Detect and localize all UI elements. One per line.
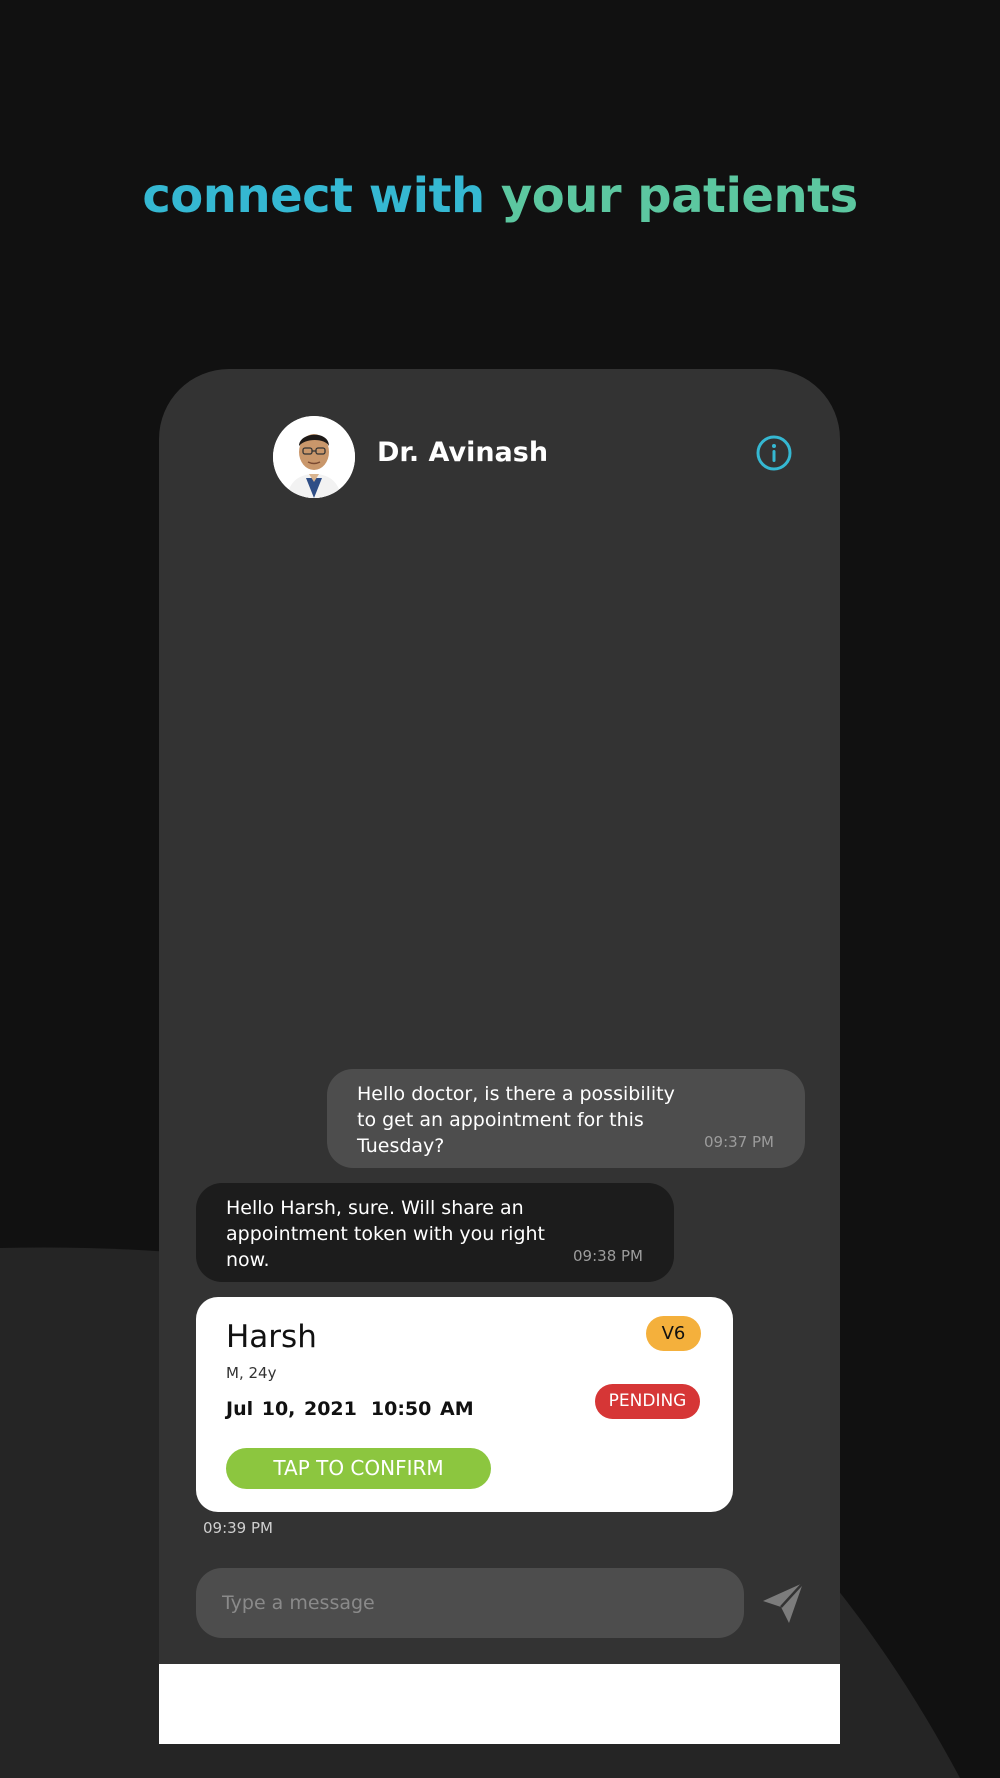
version-badge: V6 [646,1316,701,1351]
doctor-name: Dr. Avinash [377,437,549,468]
headline-part-1: connect with [142,168,485,224]
info-icon[interactable] [755,434,793,472]
appointment-time: 10:50 AM [370,1398,474,1420]
appointment-token-card[interactable]: Harsh M, 24y Jul 10, 2021 10:50 AM V6 PEN… [196,1297,733,1512]
token-sent-time: 09:39 PM [203,1519,273,1537]
headline-part-2: your patients [500,168,858,224]
message-time: 09:38 PM [573,1247,643,1265]
doctor-avatar[interactable] [273,416,355,498]
tap-to-confirm-button[interactable]: TAP TO CONFIRM [226,1448,491,1489]
message-bubble-incoming[interactable]: Hello Harsh, sure. Will share an appoint… [196,1183,674,1282]
patient-name: Harsh [226,1319,317,1355]
message-bubble-outgoing[interactable]: Hello doctor, is there a possibility to … [327,1069,805,1168]
send-icon[interactable] [759,1579,807,1627]
headline: connect with your patients [0,168,1000,224]
message-time: 09:37 PM [704,1133,774,1151]
status-badge: PENDING [595,1384,700,1419]
patient-meta: M, 24y [226,1364,277,1382]
message-text: Hello doctor, is there a possibility to … [357,1083,675,1157]
phone-bottom-bar [159,1664,840,1744]
message-input[interactable] [196,1568,744,1638]
appointment-datetime: Jul 10, 2021 10:50 AM [226,1398,474,1420]
message-composer[interactable] [196,1568,744,1638]
doctor-avatar-icon [273,416,355,498]
phone-frame: Dr. Avinash Hello doctor, is there a pos… [159,369,840,1744]
message-text: Hello Harsh, sure. Will share an appoint… [226,1197,546,1271]
appointment-date: Jul 10, 2021 [226,1398,357,1420]
